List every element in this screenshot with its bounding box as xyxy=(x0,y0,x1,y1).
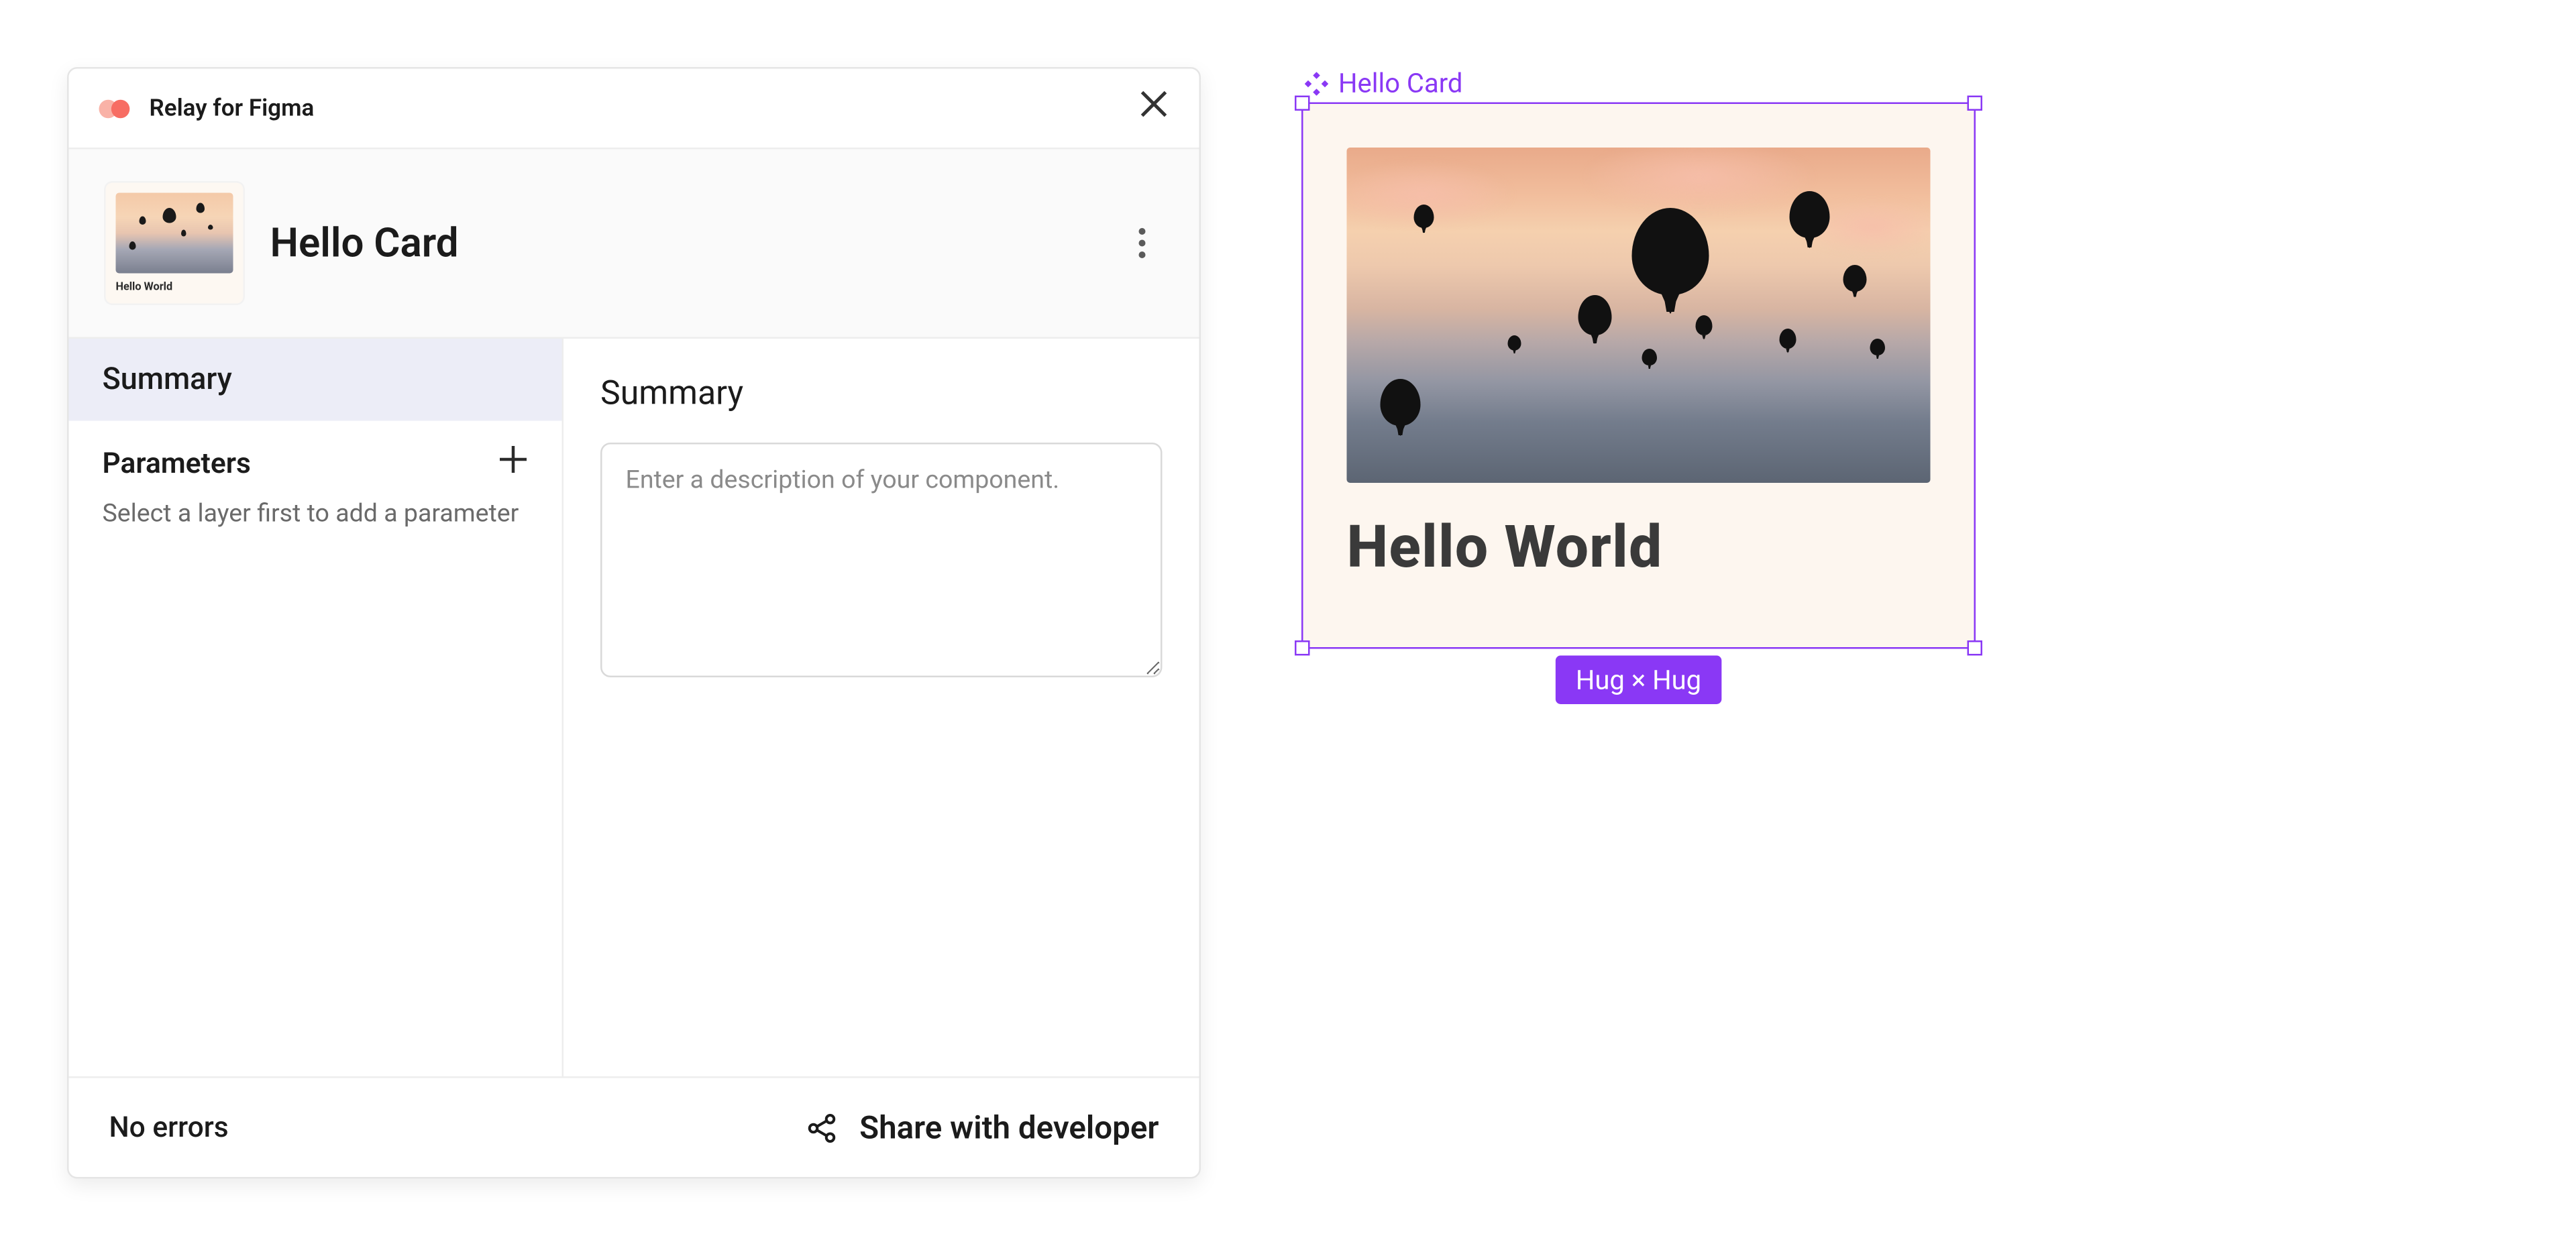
resize-handle-bottom-left[interactable] xyxy=(1295,640,1310,656)
selection-box[interactable]: Hello World Hug × Hug xyxy=(1301,103,1976,649)
thumbnail-image xyxy=(116,193,233,274)
parameters-help-text: Select a layer first to add a parameter xyxy=(69,490,562,537)
titlebar-left: Relay for Figma xyxy=(99,95,315,121)
thumbnail-caption: Hello World xyxy=(116,280,233,294)
add-parameter-button[interactable] xyxy=(498,445,529,484)
parameters-label: Parameters xyxy=(103,447,251,480)
relay-logo-icon xyxy=(99,97,136,120)
card-image[interactable] xyxy=(1347,148,1931,483)
resize-handle-top-right[interactable] xyxy=(1968,96,1983,111)
close-button[interactable] xyxy=(1139,89,1169,128)
share-with-developer-button[interactable]: Share with developer xyxy=(806,1109,1159,1147)
share-label: Share with developer xyxy=(859,1109,1159,1147)
resize-handle-bottom-right[interactable] xyxy=(1968,640,1983,656)
component-header: Hello World Hello Card xyxy=(69,150,1199,339)
frame-label[interactable]: Hello Card xyxy=(1338,67,1462,99)
frame-label-row[interactable]: Hello Card xyxy=(1305,67,1976,99)
parameters-header: Parameters xyxy=(69,421,562,490)
card-title-text[interactable]: Hello World xyxy=(1347,513,1931,582)
kebab-dot-icon xyxy=(1139,240,1146,247)
plus-icon xyxy=(498,445,529,475)
description-input[interactable] xyxy=(600,443,1163,677)
titlebar-label: Relay for Figma xyxy=(150,95,315,121)
size-badge: Hug × Hug xyxy=(1556,656,1721,705)
main-heading: Summary xyxy=(600,372,1163,412)
share-icon xyxy=(806,1111,839,1144)
kebab-dot-icon xyxy=(1139,228,1146,235)
status-text: No errors xyxy=(109,1111,229,1144)
component-icon xyxy=(1305,71,1328,95)
component-title: Hello Card xyxy=(270,220,459,267)
panel-footer: No errors Share with developer xyxy=(69,1076,1199,1177)
more-options-button[interactable] xyxy=(1122,223,1163,264)
component-header-left: Hello World Hello Card xyxy=(106,183,459,304)
component-thumbnail: Hello World xyxy=(106,183,244,304)
sidebar: Summary Parameters Select a layer first … xyxy=(69,339,564,1076)
panel-titlebar: Relay for Figma xyxy=(69,69,1199,150)
resize-handle-top-left[interactable] xyxy=(1295,96,1310,111)
main-column: Summary xyxy=(564,339,1199,1076)
hello-card-frame[interactable]: Hello World xyxy=(1303,104,1974,647)
close-icon xyxy=(1139,89,1169,119)
panel-body: Summary Parameters Select a layer first … xyxy=(69,339,1199,1076)
figma-canvas[interactable]: Hello Card xyxy=(1301,67,1976,1179)
tab-summary[interactable]: Summary xyxy=(69,339,562,421)
relay-panel: Relay for Figma xyxy=(67,67,1201,1179)
kebab-dot-icon xyxy=(1139,251,1146,258)
